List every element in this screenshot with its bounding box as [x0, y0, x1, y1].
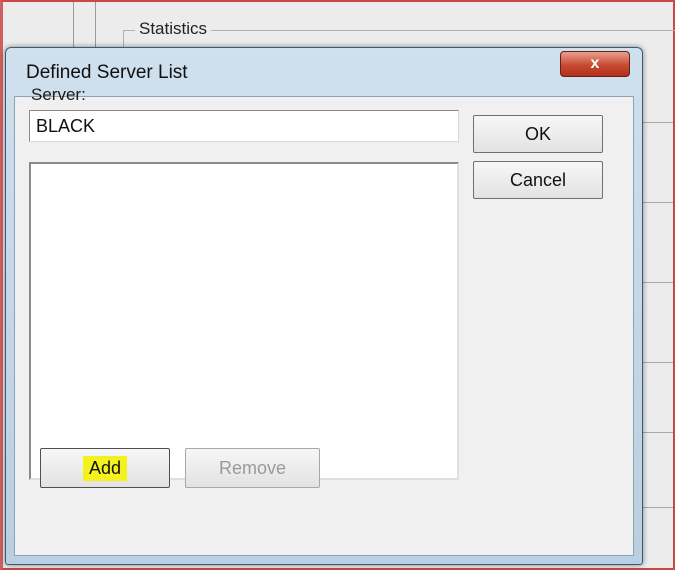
remove-button[interactable]: Remove [185, 448, 320, 488]
statistics-group-label: Statistics [135, 19, 212, 39]
parent-divider [643, 202, 673, 203]
parent-divider [643, 507, 673, 508]
parent-divider [643, 362, 673, 363]
parent-divider [643, 282, 673, 283]
close-icon: x [590, 55, 600, 72]
add-button[interactable]: Add [40, 448, 170, 488]
server-input[interactable] [29, 110, 459, 142]
close-button[interactable]: x [560, 51, 630, 77]
cancel-button[interactable]: Cancel [473, 161, 603, 199]
server-listbox[interactable] [29, 162, 459, 480]
server-label: Server: [31, 85, 86, 104]
parent-divider [643, 122, 673, 123]
add-button-label: Add [82, 455, 128, 481]
dialog-title: Defined Server List [26, 62, 188, 83]
ok-button[interactable]: OK [473, 115, 603, 153]
parent-divider [643, 432, 673, 433]
